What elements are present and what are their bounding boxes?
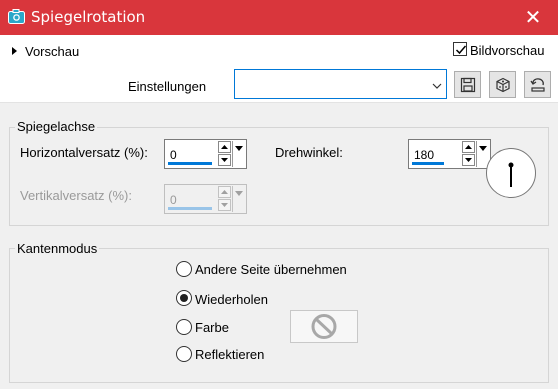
window-title: Spiegelrotation — [31, 8, 146, 26]
bildvorschau-label[interactable]: Bildvorschau — [470, 43, 544, 58]
expand-preview-icon[interactable] — [12, 47, 17, 55]
title-bar: Spiegelrotation ✕ — [0, 0, 558, 35]
dropdown-triangle-icon — [235, 146, 243, 151]
kantenmodus-title: Kantenmodus — [15, 241, 100, 256]
drehwinkel-stepper — [462, 141, 475, 167]
increment-button[interactable] — [218, 141, 231, 153]
decrement-button[interactable] — [462, 154, 475, 166]
checkmark-icon — [455, 45, 467, 55]
dropdown-triangle-icon — [235, 191, 243, 196]
increment-button[interactable] — [462, 141, 475, 153]
close-button[interactable]: ✕ — [518, 3, 548, 31]
arrow-up-icon — [465, 145, 472, 149]
wiederholen-label[interactable]: Wiederholen — [195, 292, 268, 307]
top-panel: Vorschau Bildvorschau Einstellungen — [0, 35, 558, 102]
radio-reflektieren[interactable] — [176, 346, 192, 362]
drehwinkel-value[interactable]: 180 — [414, 148, 434, 162]
decrement-button[interactable] — [218, 199, 231, 211]
camera-app-icon — [8, 9, 25, 24]
horizontalversatz-label: Horizontalversatz (%): — [20, 145, 148, 160]
horizontalversatz-value[interactable]: 0 — [170, 148, 177, 162]
arrow-down-icon — [221, 158, 228, 162]
vertikalversatz-stepper — [218, 186, 231, 212]
color-swatch[interactable] — [290, 310, 358, 343]
horizontalversatz-slider-bar[interactable] — [168, 162, 212, 165]
rotation-dial[interactable] — [486, 148, 536, 198]
slider-popup-button[interactable] — [232, 141, 245, 167]
horizontalversatz-spinner[interactable]: 0 — [164, 139, 247, 169]
drehwinkel-label: Drehwinkel: — [275, 145, 343, 160]
drehwinkel-spinner[interactable]: 180 — [408, 139, 491, 169]
decrement-button[interactable] — [218, 154, 231, 166]
slider-popup-button[interactable] — [232, 186, 245, 212]
random-dice-icon — [496, 77, 510, 93]
chevron-down-icon — [432, 79, 442, 93]
reflektieren-label[interactable]: Reflektieren — [195, 347, 264, 362]
bildvorschau-checkbox[interactable] — [453, 42, 467, 56]
arrow-down-icon — [221, 203, 228, 207]
vertikalversatz-slider-bar[interactable] — [168, 207, 212, 210]
reset-settings-button[interactable] — [524, 71, 551, 98]
no-color-icon — [311, 314, 337, 339]
vertikalversatz-value[interactable]: 0 — [170, 193, 177, 207]
einstellungen-label: Einstellungen — [128, 79, 207, 94]
arrow-up-icon — [221, 145, 228, 149]
arrow-down-icon — [465, 158, 472, 162]
vertikalversatz-label: Vertikalversatz (%): — [20, 188, 132, 203]
radio-wiederholen[interactable] — [176, 290, 192, 306]
spiegelachse-title: Spiegelachse — [15, 119, 98, 134]
farbe-label[interactable]: Farbe — [195, 320, 229, 335]
dial-needle-icon — [508, 162, 514, 187]
vertikalversatz-spinner[interactable]: 0 — [164, 184, 247, 214]
andere-seite-label[interactable]: Andere Seite übernehmen — [195, 262, 347, 277]
random-settings-button[interactable] — [489, 71, 516, 98]
reset-icon — [530, 78, 545, 92]
arrow-up-icon — [221, 190, 228, 194]
save-icon — [460, 77, 476, 93]
radio-farbe[interactable] — [176, 319, 192, 335]
save-settings-button[interactable] — [454, 71, 481, 98]
settings-combo[interactable] — [234, 69, 447, 99]
drehwinkel-slider-bar[interactable] — [412, 162, 444, 165]
increment-button[interactable] — [218, 186, 231, 198]
horizontalversatz-stepper — [218, 141, 231, 167]
radio-andere-seite[interactable] — [176, 261, 192, 277]
preview-toggle-label[interactable]: Vorschau — [25, 44, 79, 59]
